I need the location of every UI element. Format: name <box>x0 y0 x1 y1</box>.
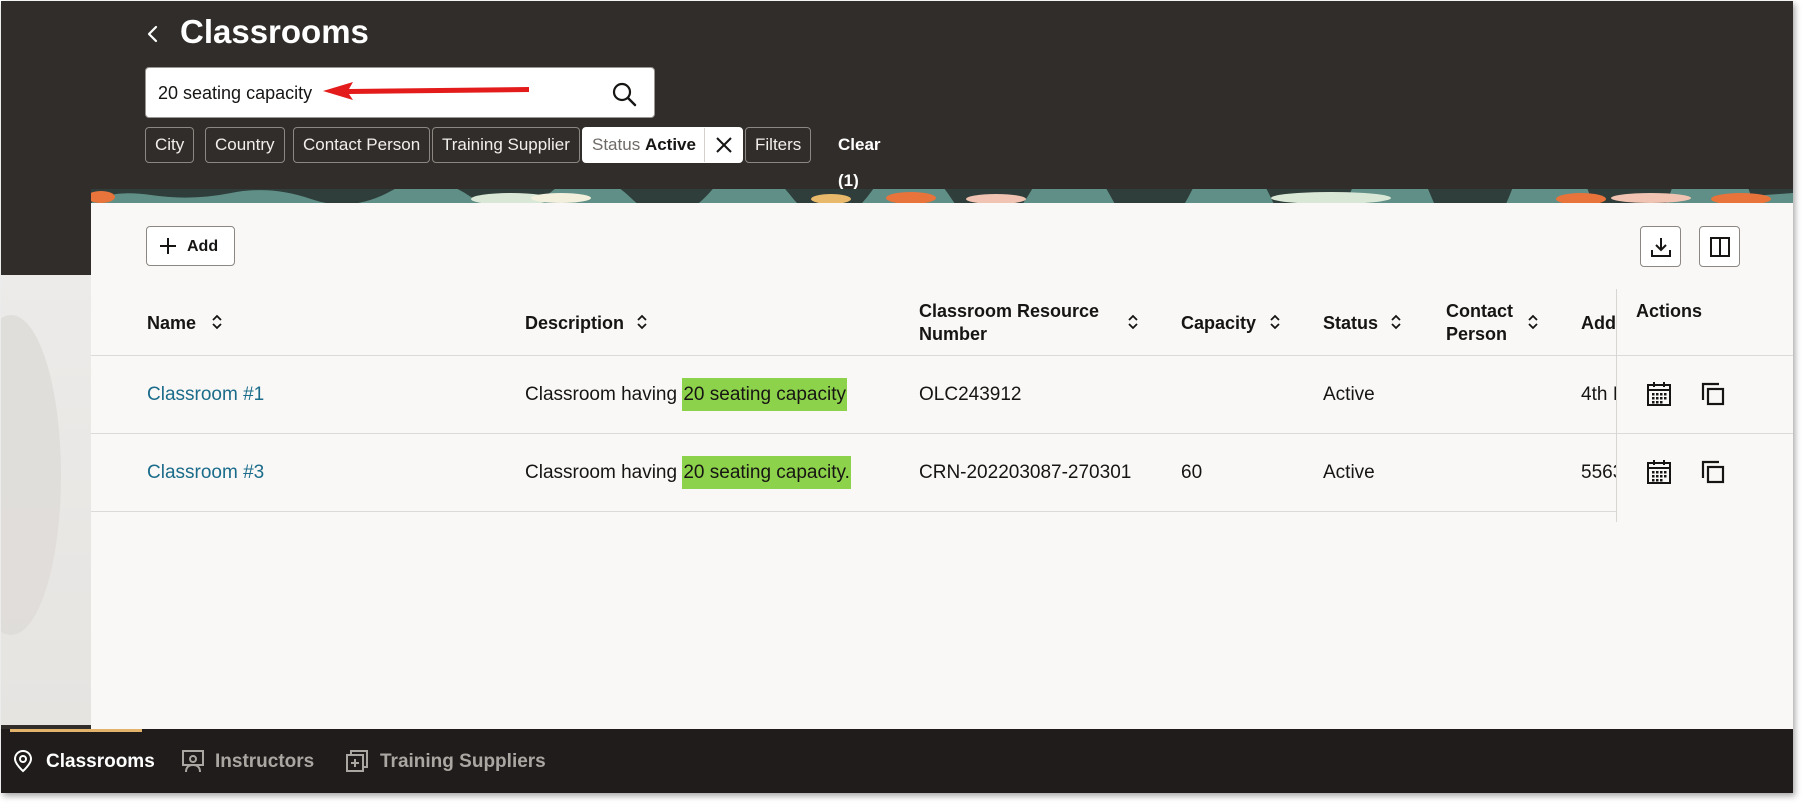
sort-icon[interactable] <box>211 313 223 331</box>
filter-chip-training-supplier[interactable]: Training Supplier <box>432 127 580 163</box>
filter-chip-country[interactable]: Country <box>205 127 285 163</box>
column-header-name[interactable]: Name <box>147 312 196 335</box>
decorative-background <box>1 275 91 725</box>
search-box[interactable] <box>145 67 655 118</box>
nav-label-training-suppliers: Training Suppliers <box>380 751 546 772</box>
nav-item-classrooms[interactable]: Classrooms <box>11 729 155 793</box>
row-divider <box>91 355 1793 356</box>
instructor-icon <box>182 750 204 773</box>
row-divider <box>1617 433 1793 434</box>
sort-icon[interactable] <box>1269 313 1281 331</box>
table-row-capacity: 60 <box>1181 462 1203 483</box>
filter-chip-status[interactable]: Status Active <box>582 127 743 163</box>
sort-icon[interactable] <box>1390 313 1402 331</box>
row-divider <box>91 511 1793 512</box>
export-button[interactable] <box>1640 226 1681 267</box>
plus-icon <box>160 238 176 254</box>
add-button-label: Add <box>187 238 219 255</box>
row-divider <box>91 433 1793 434</box>
nav-label-instructors: Instructors <box>215 751 315 772</box>
description-text: Classroom having <box>525 462 683 483</box>
description-text: Classroom having <box>525 384 683 405</box>
calendar-icon[interactable] <box>1645 380 1673 408</box>
bottom-navigation: Classrooms Instructors Training Supplier… <box>1 729 1793 793</box>
close-icon <box>716 137 732 153</box>
download-icon <box>1651 238 1671 257</box>
classroom-link[interactable]: Classroom #3 <box>147 462 264 483</box>
nav-item-training-suppliers[interactable]: Training Suppliers <box>345 729 546 793</box>
column-panel-button[interactable] <box>1699 226 1740 267</box>
column-header-status[interactable]: Status <box>1323 312 1378 335</box>
back-button[interactable] <box>141 17 165 51</box>
nav-item-instructors[interactable]: Instructors <box>179 729 319 793</box>
content-panel: Add Name Description Classroom Resource … <box>91 189 1793 729</box>
chevron-left-icon <box>147 25 158 43</box>
sort-icon[interactable] <box>636 313 648 331</box>
duplicate-icon[interactable] <box>1699 458 1727 486</box>
table-row-description: Classroom having 20 seating capacity <box>525 378 848 411</box>
decorative-banner <box>91 189 1793 203</box>
table-row-resource-number: CRN-202203087-270301 <box>919 462 1132 483</box>
table-row-name: Classroom #1 <box>147 383 264 407</box>
column-header-contact-line2: Person <box>1446 324 1508 344</box>
sort-icon[interactable] <box>1127 313 1139 331</box>
column-header-resource-line2: Number <box>919 324 988 344</box>
column-header-description[interactable]: Description <box>525 312 624 335</box>
search-highlight: 20 seating capacity <box>682 378 848 411</box>
table-row-resource-number: OLC243912 <box>919 384 1022 405</box>
sort-icon[interactable] <box>1527 313 1539 331</box>
column-header-capacity[interactable]: Capacity <box>1181 312 1256 335</box>
status-filter-key: Status <box>592 135 641 154</box>
split-view-icon <box>1710 237 1730 257</box>
search-highlight: 20 seating capacity. <box>682 456 851 489</box>
search-input[interactable] <box>158 78 578 108</box>
filter-chip-contact-person[interactable]: Contact Person <box>293 127 431 163</box>
column-header-actions: Actions <box>1636 301 1703 321</box>
table-row-description: Classroom having 20 seating capacity. <box>525 456 851 489</box>
column-header-contact-person[interactable]: Contact Person <box>1446 300 1513 346</box>
actions-column: Actions <box>1616 289 1793 522</box>
status-filter-value: Active <box>644 135 696 154</box>
table-row-name: Classroom #3 <box>147 461 264 485</box>
search-icon[interactable] <box>610 80 638 108</box>
table-row-status: Active <box>1323 384 1375 405</box>
nav-label-classrooms: Classrooms <box>46 751 155 772</box>
table-row-address: 4th I <box>1581 384 1618 405</box>
calendar-icon[interactable] <box>1645 458 1673 486</box>
remove-filter-button[interactable] <box>703 128 742 162</box>
add-button[interactable]: Add <box>146 226 235 266</box>
duplicate-icon[interactable] <box>1699 380 1727 408</box>
column-header-contact-line1: Contact <box>1446 301 1513 321</box>
filter-chip-city[interactable]: City <box>145 127 195 163</box>
app-window: Classrooms City Country Contact Person T… <box>1 1 1793 793</box>
column-header-resource-number[interactable]: Classroom Resource Number <box>919 300 1099 346</box>
location-pin-icon <box>13 749 33 773</box>
supplier-icon <box>346 750 368 772</box>
page-title: Classrooms <box>180 13 369 50</box>
filters-button[interactable]: Filters <box>745 127 812 163</box>
classroom-link[interactable]: Classroom #1 <box>147 384 264 405</box>
row-divider <box>1617 355 1793 356</box>
column-header-resource-line1: Classroom Resource <box>919 301 1100 321</box>
table-row-status: Active <box>1323 462 1375 483</box>
